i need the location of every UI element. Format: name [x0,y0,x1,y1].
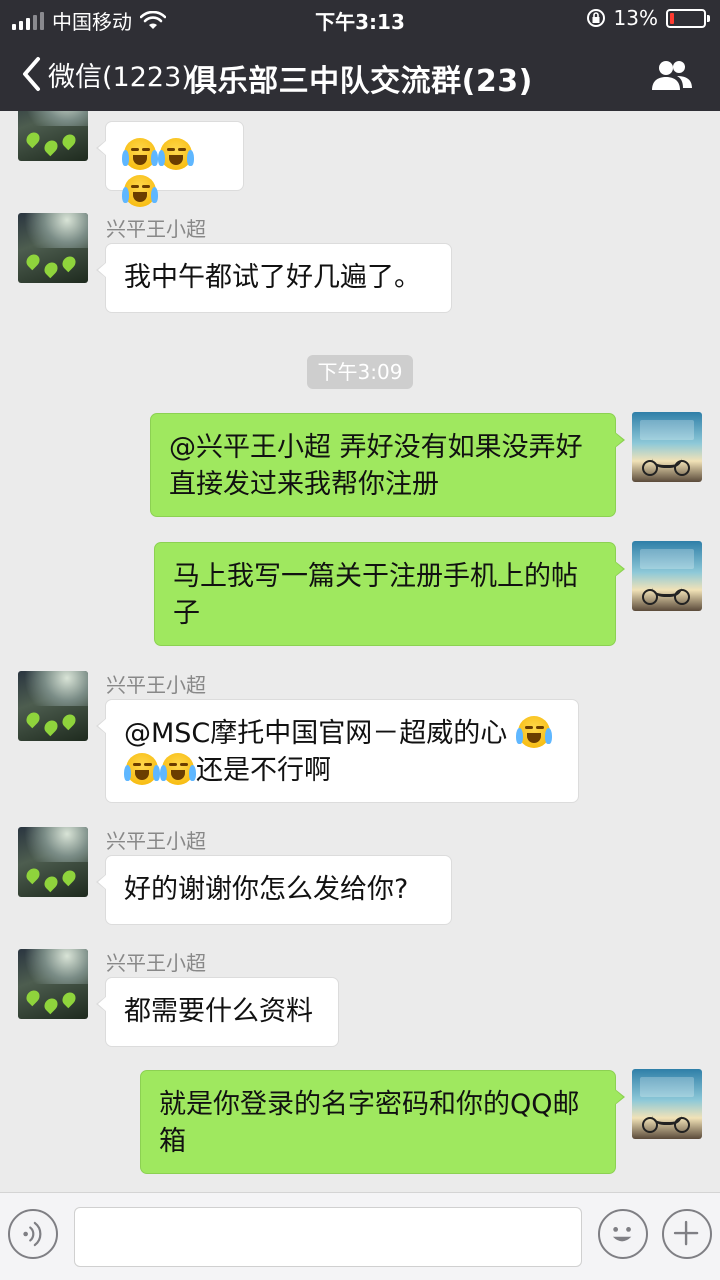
message-bubble[interactable] [96,121,244,207]
crying-laughing-emoji [122,138,158,170]
crying-laughing-emoji [160,753,196,785]
plus-icon[interactable] [662,1209,712,1259]
emoji-icon[interactable] [598,1209,648,1259]
message-bubble[interactable]: 马上我写一篇关于注册手机上的帖 子 [154,542,625,646]
battery-fill [670,12,674,24]
top-bar: 中国移动 下午3:13 13% 微信(1223) 俱乐部三中队交流群(23) [0,0,720,111]
voice-icon[interactable] [8,1209,58,1259]
sender-name: 兴平王小超 [106,217,206,241]
battery-percent: 13% [613,6,658,30]
crying-laughing-emoji [124,753,160,785]
lock-rotation-icon [586,9,605,27]
time-divider: 下午3:09 [307,355,413,389]
message-line: 子 [173,598,200,629]
avatar[interactable] [632,541,702,611]
sender-name: 兴平王小超 [106,673,206,697]
crying-laughing-emoji [158,138,194,170]
message-line: 就是你登录的名字密码和你的QQ邮 [159,1089,580,1120]
chat-area[interactable]: 兴平王小超 我中午都试了好几遍了。 下午3:09 @兴平王小超 弄好没有如果没弄… [0,111,720,1192]
avatar[interactable] [18,213,88,283]
status-right: 13% [586,6,710,30]
message-line-1: @MSC摩托中国官网－超威的心 [124,715,560,752]
message-bubble[interactable]: @MSC摩托中国官网－超威的心 还是不行啊 [96,699,579,803]
avatar[interactable] [18,111,88,161]
avatar[interactable] [18,827,88,897]
crying-laughing-emoji [515,716,552,748]
chat-title: 俱乐部三中队交流群(23) [187,64,533,99]
message-line: @兴平王小超 弄好没有如果没弄好 [169,432,583,463]
sender-name: 兴平王小超 [106,829,206,853]
nav-bar: 微信(1223) 俱乐部三中队交流群(23) [0,38,720,111]
message-input[interactable] [74,1207,582,1267]
message-bubble[interactable]: @兴平王小超 弄好没有如果没弄好 直接发过来我帮你注册 [150,413,625,517]
message-line: 直接发过来我帮你注册 [169,469,439,500]
crying-laughing-emoji [122,175,158,207]
avatar[interactable] [18,949,88,1019]
battery-icon [666,8,710,28]
status-bar: 中国移动 下午3:13 13% [0,0,720,38]
message-bubble[interactable]: 都需要什么资料 [96,977,339,1047]
message-line: 还是不行啊 [196,755,331,786]
message-bubble[interactable]: 好的谢谢你怎么发给你? [96,855,452,925]
message-bubble[interactable]: 我中午都试了好几遍了。 [96,243,452,313]
input-bar [0,1192,720,1280]
avatar[interactable] [632,1069,702,1139]
sender-name: 兴平王小超 [106,951,206,975]
avatar[interactable] [18,671,88,741]
message-bubble[interactable]: 就是你登录的名字密码和你的QQ邮 箱 [140,1070,625,1174]
message-line: 箱 [159,1126,186,1157]
message-line: @MSC摩托中国官网－超威的心 [124,718,508,749]
message-line-2: 还是不行啊 [124,752,560,789]
message-line: 马上我写一篇关于注册手机上的帖 [173,561,578,592]
avatar[interactable] [632,412,702,482]
group-members-icon[interactable] [650,58,694,92]
